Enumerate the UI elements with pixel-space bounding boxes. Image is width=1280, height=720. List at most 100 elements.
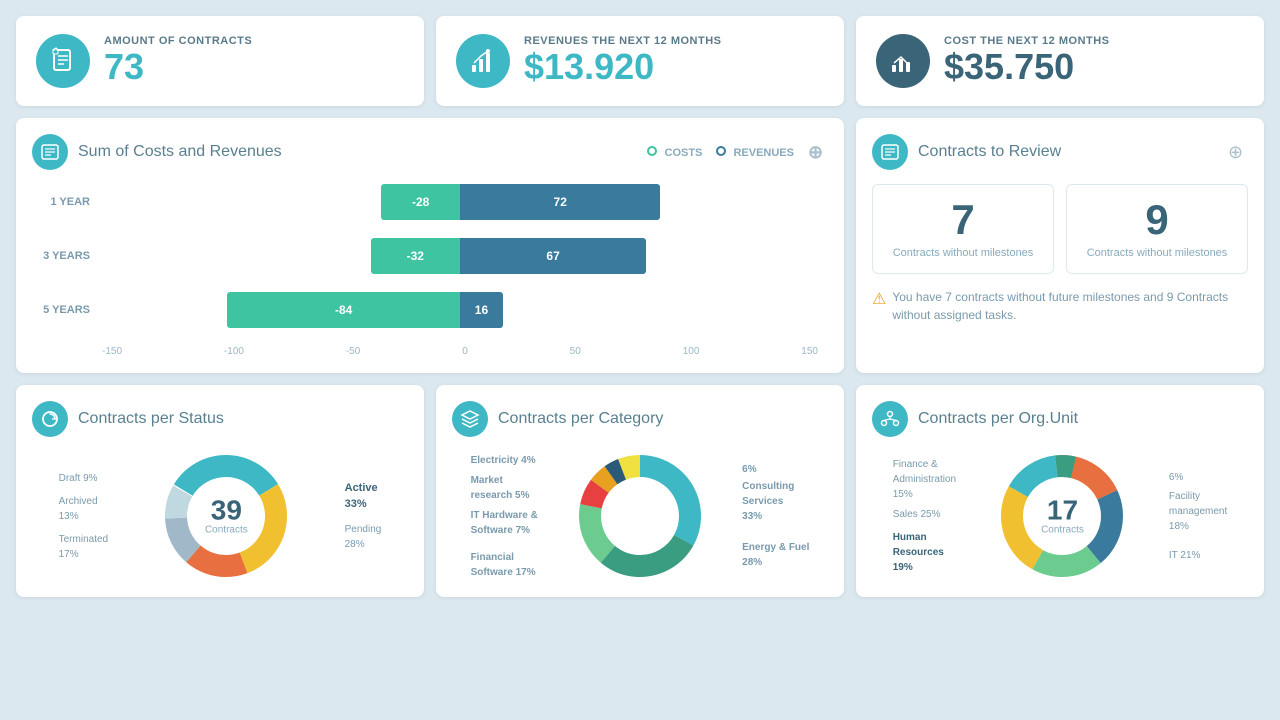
cat-market: Market (471, 475, 538, 486)
revenues-kpi-text: REVENUES THE NEXT 12 MONTHS $13.920 (524, 35, 721, 87)
costs-value: $35.750 (944, 47, 1110, 87)
cat-energy-2: 28% (742, 557, 809, 568)
status-donut-center: 39 Contracts (205, 497, 248, 536)
legend-pending-pct: 28% (345, 539, 382, 550)
cat-it-2: Software 7% (471, 525, 538, 536)
bar-chart-body: 1 YEAR -28 72 (32, 184, 828, 357)
cat-financial: Financial (471, 552, 538, 563)
cat-energy: Energy & Fuel (742, 542, 809, 553)
revenues-icon-bg (456, 34, 510, 88)
review-warning: ⚠ You have 7 contracts without future mi… (872, 288, 1248, 324)
dashboard: AMOUNT OF CONTRACTS 73 REVENUES THE NEXT… (16, 16, 1264, 597)
legend-terminated: Terminated (59, 534, 108, 545)
cat-6pct: 6% (742, 464, 809, 475)
status-title: Contracts per Status (78, 410, 408, 428)
org-facility: Facility (1169, 491, 1227, 502)
bar-pos-1year: 72 (460, 184, 660, 220)
chart-grid-1year: -28 72 (102, 184, 818, 220)
org-finance: Finance & (893, 459, 956, 470)
status-donut-layout: Draft 9% Archived 13% Terminated 17% (32, 451, 408, 581)
cat-electricity: Electricity 4% (471, 455, 538, 466)
org-finance-3: 15% (893, 489, 956, 500)
cat-consulting-2: Services (742, 496, 809, 507)
review-label-2: Contracts without milestones (1077, 247, 1237, 259)
org-facility-2: management (1169, 506, 1227, 517)
bar-neg-1year: -28 (381, 184, 460, 220)
category-donut-svg (575, 451, 705, 581)
document-icon (49, 47, 77, 75)
bar-neg-3years: -32 (371, 238, 461, 274)
bar-pos-3years: 67 (460, 238, 646, 274)
legend-active-pct: 33% (345, 498, 382, 510)
status-card: Contracts per Status Draft 9% Archived 1… (16, 385, 424, 597)
chart-axis: -150 -100 -50 0 50 100 150 (102, 346, 818, 357)
review-header: Contracts to Review ⊕ (872, 134, 1248, 170)
org-it: IT 21% (1169, 550, 1227, 561)
org-hr-3: 19% (893, 562, 956, 573)
legend-archived: Archived (59, 496, 108, 507)
contracts-kpi-text: AMOUNT OF CONTRACTS 73 (104, 35, 252, 87)
legend-costs: COSTS (647, 146, 702, 159)
bar-row-3years: 3 YEARS -32 67 (42, 238, 818, 274)
bar-chart-title: Sum of Costs and Revenues (78, 143, 637, 161)
org-sales: Sales 25% (893, 509, 956, 520)
bar-neg-5years: -84 (227, 292, 460, 328)
orgunit-card: Contracts per Org.Unit Finance & Adminis… (856, 385, 1264, 597)
category-header-icon (452, 401, 488, 437)
status-right-legend: Active 33% Pending 28% (345, 482, 382, 550)
chart-up-icon (469, 47, 497, 75)
cat-it: IT Hardware & (471, 510, 538, 521)
org-hr-2: Resources (893, 547, 956, 558)
legend-draft: Draft 9% (59, 473, 108, 484)
review-label-1: Contracts without milestones (883, 247, 1043, 259)
bar-label-1year: 1 YEAR (42, 196, 102, 208)
kpi-costs: COST THE NEXT 12 MONTHS $35.750 (856, 16, 1264, 106)
target-icon[interactable]: ⊕ (808, 142, 828, 162)
review-header-icon (872, 134, 908, 170)
legend-revenues: REVENUES (716, 146, 794, 159)
orgunit-right-legend: 6% Facility management 18% IT 21% (1169, 472, 1227, 561)
category-donut (575, 451, 705, 581)
orgunit-total: 17 (1041, 497, 1084, 525)
org-finance-2: Administration (893, 474, 956, 485)
orgunit-left-legend: Finance & Administration 15% Sales 25% H… (893, 459, 956, 573)
bar-chart-card: Sum of Costs and Revenues COSTS REVENUES… (16, 118, 844, 373)
legend-pending: Pending (345, 524, 382, 535)
category-title: Contracts per Category (498, 410, 828, 428)
costs-dot (647, 146, 657, 156)
orgunit-donut-layout: Finance & Administration 15% Sales 25% H… (872, 451, 1248, 581)
status-header-icon (32, 401, 68, 437)
legend-terminated-pct: 17% (59, 549, 108, 560)
bar-chart-header-icon (32, 134, 68, 170)
status-left-legend: Draft 9% Archived 13% Terminated 17% (59, 473, 108, 560)
list-icon (40, 142, 60, 162)
bar-row-1year: 1 YEAR -28 72 (42, 184, 818, 220)
category-header: Contracts per Category (452, 401, 828, 437)
org-hr: Human (893, 532, 956, 543)
kpi-revenues: REVENUES THE NEXT 12 MONTHS $13.920 (436, 16, 844, 106)
refresh-icon (40, 409, 60, 429)
orgunit-donut: 17 Contracts (997, 451, 1127, 581)
orgunit-header: Contracts per Org.Unit (872, 401, 1248, 437)
revenues-dot (716, 146, 726, 156)
review-boxes: 7 Contracts without milestones 9 Contrac… (872, 184, 1248, 274)
cat-financial-2: Software 17% (471, 567, 538, 578)
orgunit-total-label: Contracts (1041, 525, 1084, 536)
review-target-icon[interactable]: ⊕ (1228, 142, 1248, 162)
revenues-value: $13.920 (524, 47, 721, 87)
bar-label-5years: 5 YEARS (42, 304, 102, 316)
review-num-2: 9 (1077, 199, 1237, 241)
review-card: Contracts to Review ⊕ 7 Contracts withou… (856, 118, 1264, 373)
kpi-contracts: AMOUNT OF CONTRACTS 73 (16, 16, 424, 106)
category-donut-layout: Electricity 4% Market research 5% IT Har… (452, 451, 828, 581)
category-right-legend: 6% Consulting Services 33% Energy & Fuel… (742, 464, 809, 568)
orgunit-title: Contracts per Org.Unit (918, 410, 1248, 428)
bar-row-5years: 5 YEARS -84 16 (42, 292, 818, 328)
warning-text: You have 7 contracts without future mile… (892, 288, 1248, 324)
legend-archived-pct: 13% (59, 511, 108, 522)
chart-down-icon (889, 47, 917, 75)
contracts-value: 73 (104, 47, 252, 87)
review-box-1: 7 Contracts without milestones (872, 184, 1054, 274)
bar-chart-legend: COSTS REVENUES ⊕ (647, 142, 828, 162)
org-facility-3: 18% (1169, 521, 1227, 532)
